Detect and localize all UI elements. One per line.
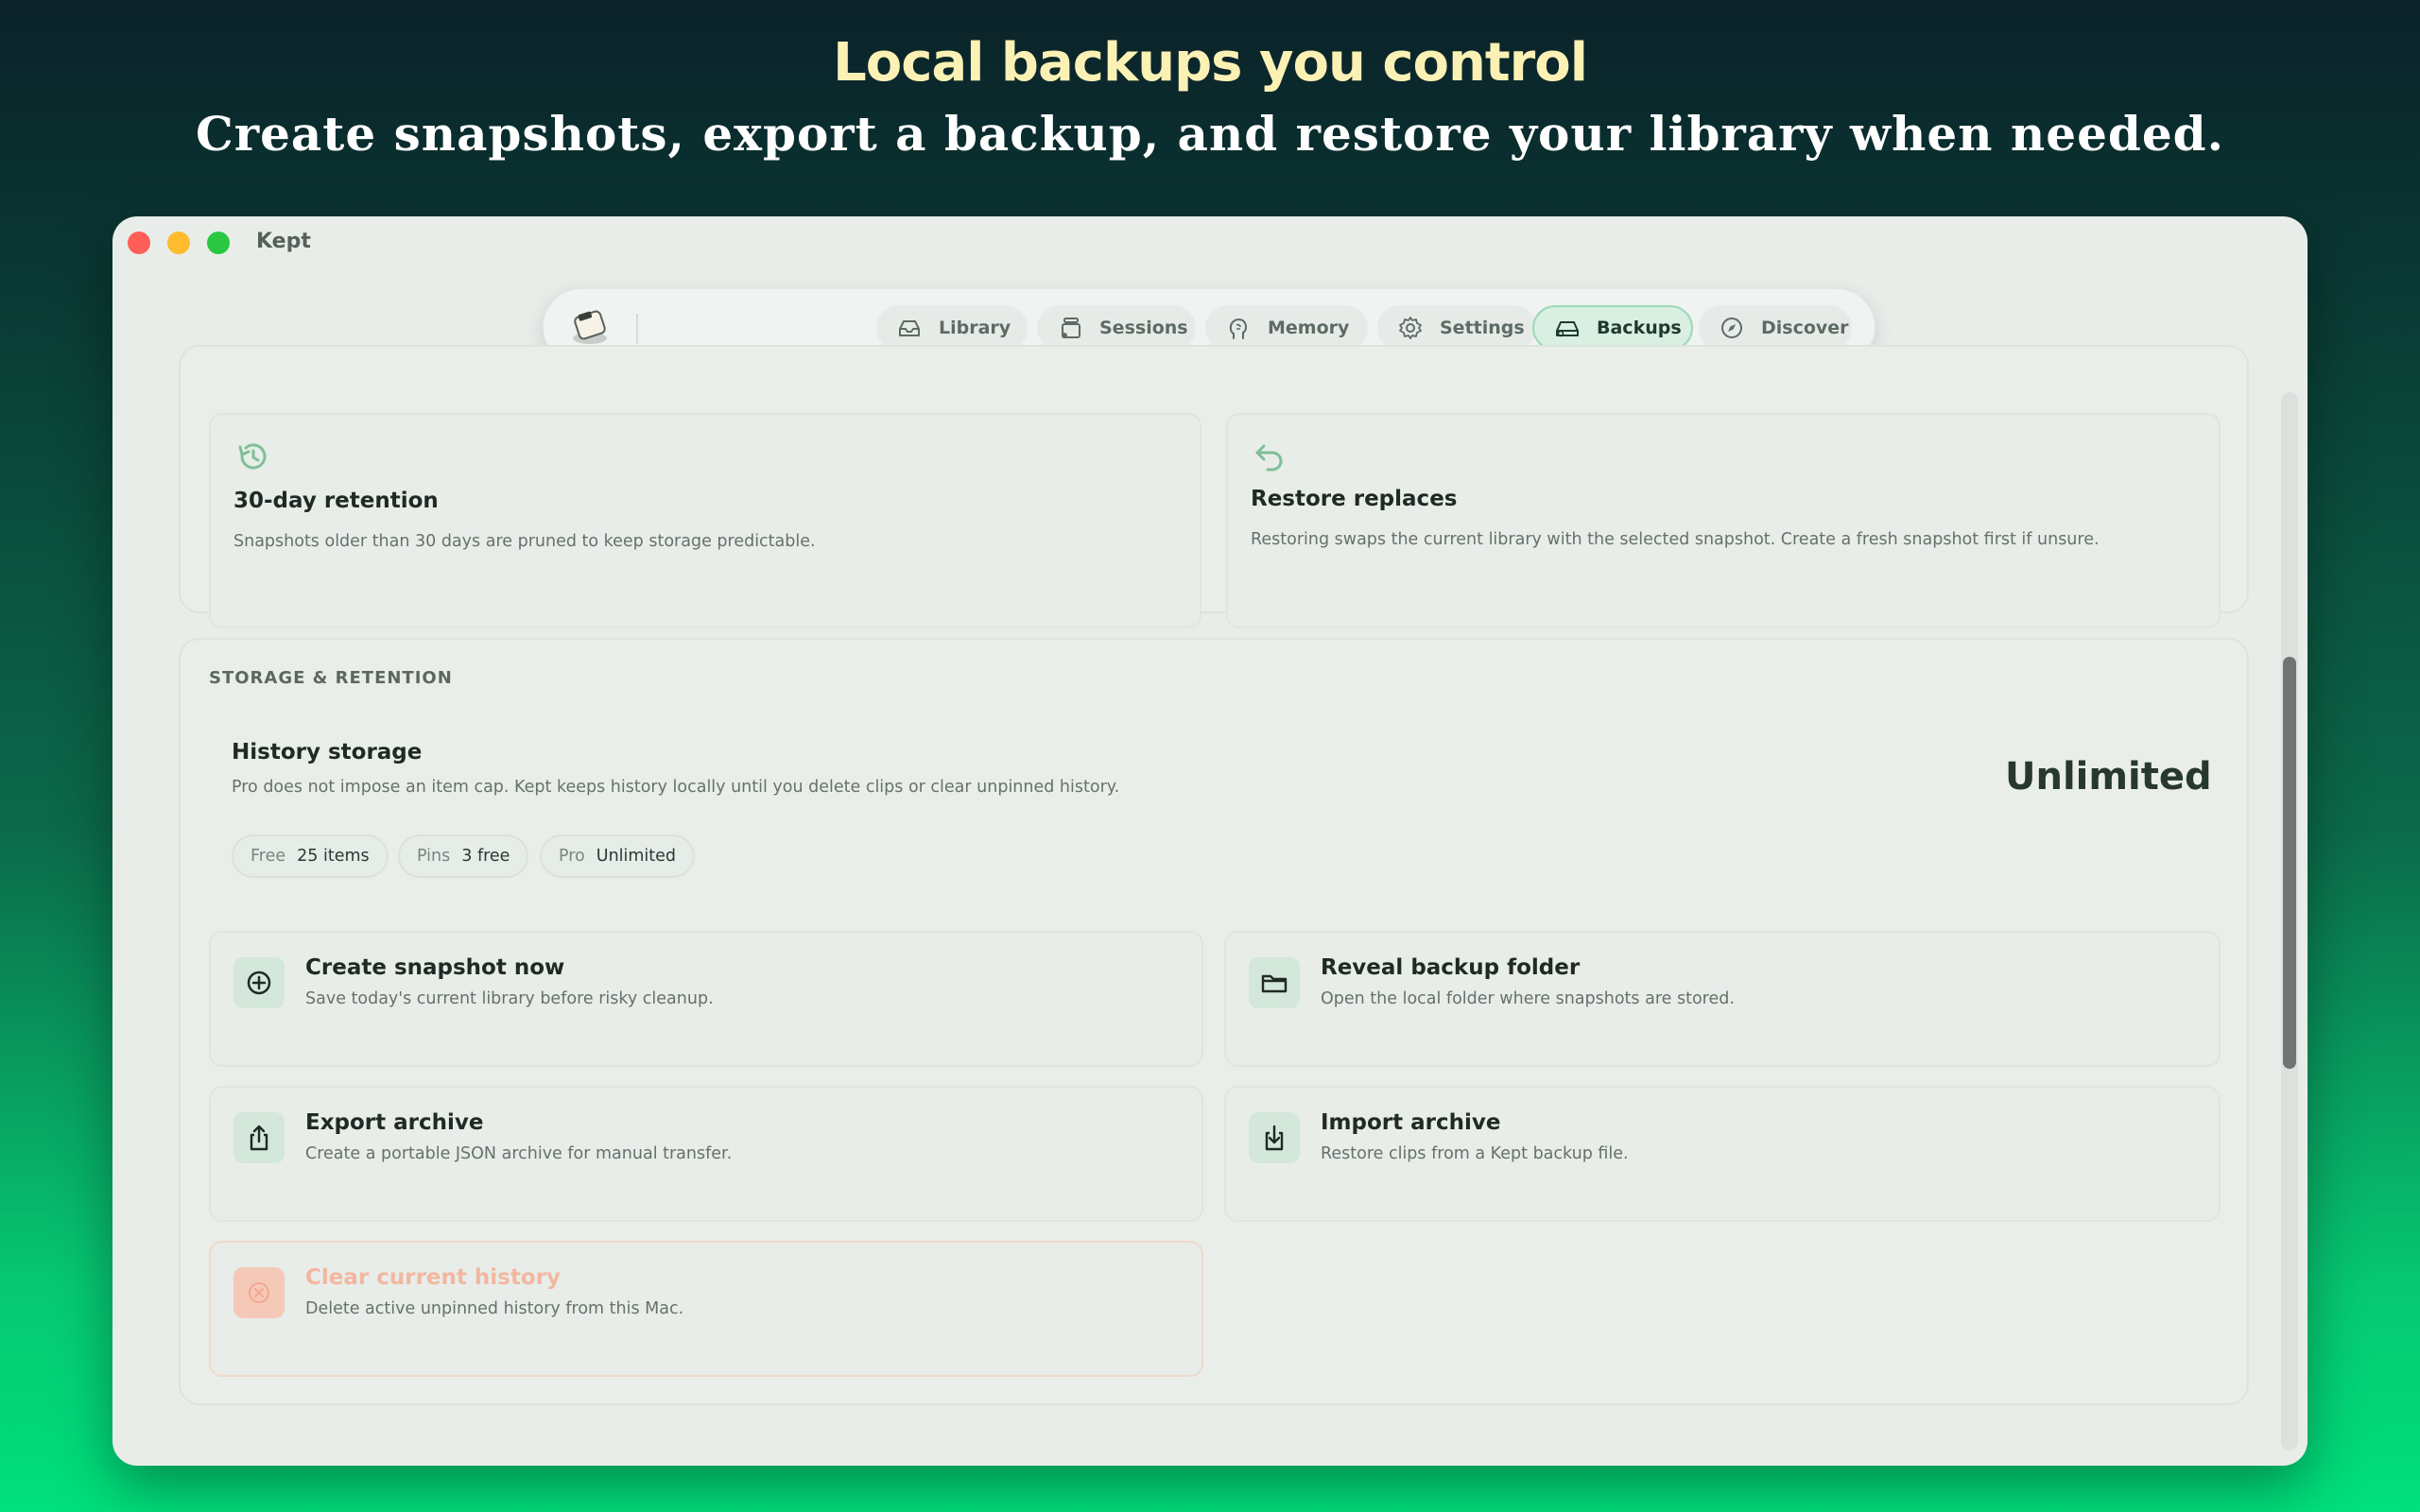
tab-settings-label: Settings	[1440, 318, 1525, 338]
import-archive-desc: Restore clips from a Kept backup file.	[1321, 1144, 1629, 1163]
reveal-backup-folder-button[interactable]: Reveal backup folder Open the local fold…	[1224, 931, 2221, 1067]
undo-arrow-icon	[1255, 444, 1283, 472]
drive-icon	[1556, 321, 1579, 337]
clear-icon	[233, 1267, 285, 1318]
folder-icon	[1249, 957, 1300, 1008]
tab-sessions-label: Sessions	[1099, 318, 1188, 338]
chip-value: 3 free	[461, 847, 510, 866]
clear-history-button[interactable]: Clear current history Delete active unpi…	[209, 1241, 1203, 1377]
restore-title: Restore replaces	[1251, 487, 1458, 511]
window-title: Kept	[256, 230, 311, 253]
tab-sessions[interactable]: Sessions	[1037, 305, 1196, 351]
chip-value: 25 items	[297, 847, 370, 866]
import-archive-title: Import archive	[1321, 1110, 1501, 1135]
chip-key: Pro	[559, 847, 585, 866]
retention-title: 30-day retention	[233, 489, 439, 513]
download-icon	[1249, 1112, 1300, 1163]
retention-desc: Snapshots older than 30 days are pruned …	[233, 532, 816, 551]
titlebar: Kept	[112, 216, 2308, 292]
hero-title: Local backups you control	[833, 32, 1588, 94]
create-snapshot-title: Create snapshot now	[305, 955, 565, 980]
nav-separator	[636, 314, 638, 344]
storage-limit-value: Unlimited	[2005, 755, 2212, 799]
storage-retention-panel: STORAGE & RETENTION History storage Pro …	[179, 638, 2249, 1405]
plus-circle-icon	[233, 957, 285, 1008]
zoom-window-button[interactable]	[207, 232, 230, 254]
backups-content: 30-day retention Snapshots older than 30…	[160, 345, 2249, 1466]
compass-icon	[1721, 318, 1742, 338]
clear-history-desc: Delete active unpinned history from this…	[305, 1299, 684, 1318]
history-storage-title: History storage	[232, 740, 423, 765]
chip-key: Free	[251, 847, 286, 866]
plan-chip-free: Free 25 items	[232, 834, 389, 878]
tab-memory-label: Memory	[1268, 318, 1350, 338]
create-snapshot-button[interactable]: Create snapshot now Save today's current…	[209, 931, 1203, 1067]
scrollbar-thumb[interactable]	[2283, 657, 2296, 1069]
history-storage-desc: Pro does not impose an item cap. Kept ke…	[232, 778, 1120, 797]
share-icon	[233, 1112, 285, 1163]
close-window-button[interactable]	[128, 232, 150, 254]
storage-section-label: STORAGE & RETENTION	[209, 668, 453, 688]
tab-backups-label: Backups	[1597, 318, 1682, 338]
tray-icon	[899, 320, 920, 336]
import-archive-button[interactable]: Import archive Restore clips from a Kept…	[1224, 1086, 2221, 1222]
reveal-folder-desc: Open the local folder where snapshots ar…	[1321, 989, 1735, 1008]
gear-icon	[1399, 317, 1422, 339]
chip-key: Pins	[417, 847, 451, 866]
tab-backups[interactable]: Backups	[1532, 305, 1693, 351]
tab-settings[interactable]: Settings	[1377, 305, 1536, 351]
chip-value: Unlimited	[596, 847, 677, 866]
export-archive-desc: Create a portable JSON archive for manua…	[305, 1144, 733, 1163]
plan-chip-pins: Pins 3 free	[398, 834, 529, 878]
tab-library[interactable]: Library	[876, 305, 1028, 351]
tab-memory[interactable]: Memory	[1205, 305, 1368, 351]
export-archive-button[interactable]: Export archive Create a portable JSON ar…	[209, 1086, 1203, 1222]
history-icon	[238, 443, 267, 470]
restore-card: Restore replaces Restoring swaps the cur…	[1226, 413, 2221, 628]
clear-history-title: Clear current history	[305, 1265, 561, 1290]
reveal-folder-title: Reveal backup folder	[1321, 955, 1581, 980]
export-archive-title: Export archive	[305, 1110, 484, 1135]
minimize-window-button[interactable]	[167, 232, 190, 254]
hero-subtitle: Create snapshots, export a backup, and r…	[195, 106, 2225, 162]
create-snapshot-desc: Save today's current library before risk…	[305, 989, 714, 1008]
brain-icon	[1229, 318, 1248, 339]
tab-library-label: Library	[939, 318, 1011, 338]
app-window: Kept Library Sessions Memory Settings Ba…	[112, 216, 2308, 1466]
sessions-icon	[1062, 318, 1080, 338]
retention-card: 30-day retention Snapshots older than 30…	[209, 413, 1201, 628]
plan-chip-pro: Pro Unlimited	[540, 834, 696, 878]
tab-discover-label: Discover	[1761, 318, 1849, 338]
tab-discover[interactable]: Discover	[1699, 305, 1852, 351]
restore-desc: Restoring swaps the current library with…	[1251, 530, 2100, 549]
backup-info-panel: 30-day retention Snapshots older than 30…	[179, 345, 2249, 628]
